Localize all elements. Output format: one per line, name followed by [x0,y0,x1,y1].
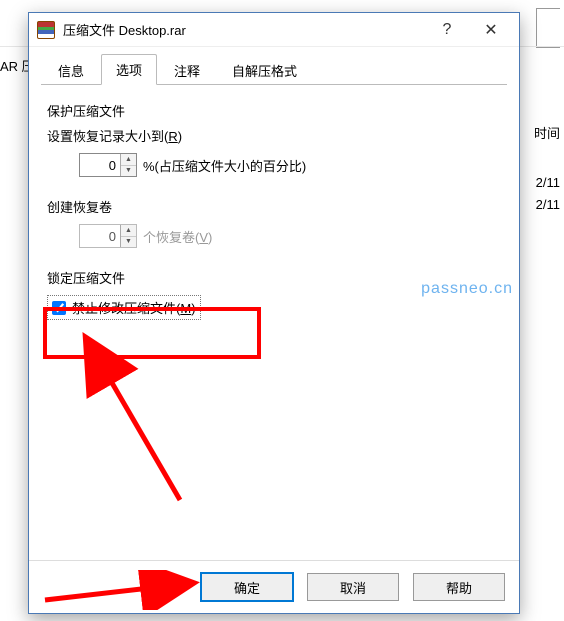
tab-info[interactable]: 信息 [43,55,99,85]
options-panel: 保护压缩文件 设置恢复记录大小到(R) ▲ ▼ %(占压缩文件大小的百分比) [41,85,507,548]
recovery-record-suffix: %(占压缩文件大小的百分比) [143,156,306,175]
recovery-volumes-spin-up: ▲ [121,225,136,237]
recovery-record-label: 设置恢复记录大小到(R) [47,126,501,145]
titlebar-help-button[interactable]: ? [425,15,469,45]
background-row-2: 2/11 [536,197,560,212]
recovery-record-spinner: ▲ ▼ [120,154,136,176]
recovery-record-spin-down[interactable]: ▼ [121,166,136,177]
window-title: 压缩文件 Desktop.rar [63,20,425,39]
recovery-record-size-field[interactable]: ▲ ▼ [79,153,137,177]
recovery-volumes-spinner: ▲ ▼ [120,225,136,247]
lock-archive-checkbox[interactable] [52,301,66,315]
help-button[interactable]: 帮助 [413,573,505,601]
lock-archive-label-post: ) [191,301,195,316]
recovery-record-label-post: ) [178,129,182,144]
background-col-header: 时间 [534,123,560,142]
lock-archive-label-pre: 禁止修改压缩文件( [72,301,180,316]
group-recovery-volumes: 创建恢复卷 ▲ ▼ 个恢复卷(V) [47,197,501,248]
tab-options[interactable]: 选项 [101,54,157,85]
lock-archive-label: 禁止修改压缩文件(M) [72,298,196,317]
recovery-volumes-field: ▲ ▼ [79,224,137,248]
titlebar: 压缩文件 Desktop.rar ? ✕ [29,13,519,47]
cancel-button[interactable]: 取消 [307,573,399,601]
lock-archive-checkbox-row[interactable]: 禁止修改压缩文件(M) [47,295,201,320]
recovery-record-label-pre: 设置恢复记录大小到( [47,129,168,144]
dialog-body: 信息 选项 注释 自解压格式 保护压缩文件 设置恢复记录大小到(R) ▲ ▼ [29,47,519,560]
group-recovery-title: 创建恢复卷 [47,197,501,216]
group-protect-title: 保护压缩文件 [47,101,501,120]
recovery-record-size-input[interactable] [80,154,120,176]
ok-button[interactable]: 确定 [201,573,293,601]
group-protect-archive: 保护压缩文件 设置恢复记录大小到(R) ▲ ▼ %(占压缩文件大小的百分比) [47,101,501,177]
tab-sfx[interactable]: 自解压格式 [217,55,312,85]
lock-archive-label-key: M [180,301,191,316]
watermark-text: passneo.cn [421,280,513,298]
archive-options-dialog: 压缩文件 Desktop.rar ? ✕ 信息 选项 注释 自解压格式 保护压缩… [28,12,520,614]
recovery-volumes-suffix: 个恢复卷(V) [143,227,212,246]
recovery-volumes-input [80,225,120,247]
recovery-volumes-spin-down: ▼ [121,237,136,248]
recovery-volumes-suffix-post: ) [208,230,212,245]
dialog-button-row: 确定 取消 帮助 [29,560,519,613]
app-icon [37,21,55,39]
background-row-1: 2/11 [536,175,560,190]
tab-strip: 信息 选项 注释 自解压格式 [41,55,507,85]
recovery-volumes-suffix-pre: 个恢复卷( [143,230,199,245]
recovery-record-label-key: R [168,129,177,144]
titlebar-close-button[interactable]: ✕ [469,15,513,45]
background-toolbar-fragment [536,8,560,48]
tab-comment[interactable]: 注释 [159,55,215,85]
recovery-volumes-suffix-key: V [199,230,208,245]
recovery-record-spin-up[interactable]: ▲ [121,154,136,166]
